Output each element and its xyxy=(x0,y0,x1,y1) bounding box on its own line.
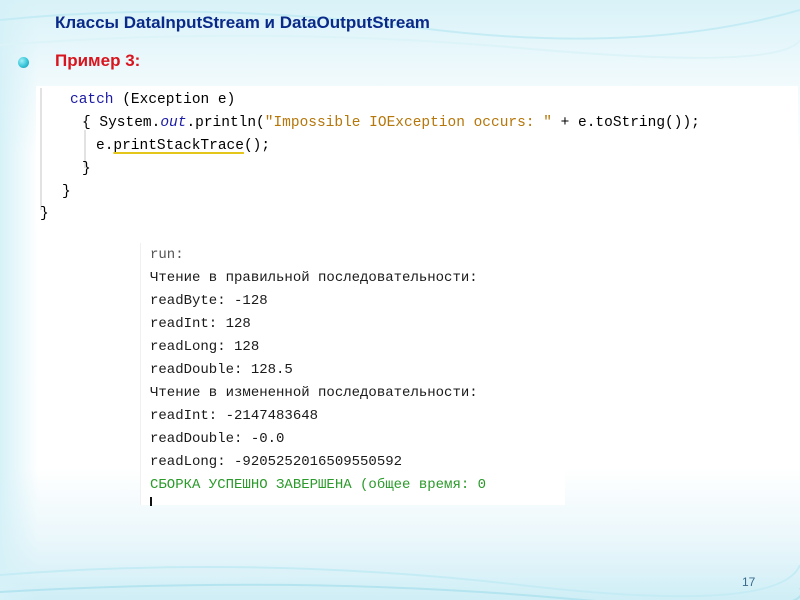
slide-left-band xyxy=(0,0,38,600)
console-line: readDouble: -0.0 xyxy=(150,431,285,447)
code-line-3: e.printStackTrace(); xyxy=(96,137,270,155)
console-line: readInt: 128 xyxy=(150,316,251,332)
slide-title: Классы DataInputStream и DataOutputStrea… xyxy=(55,13,430,32)
code-keyword: catch xyxy=(70,92,114,108)
console-output-panel: run: Чтение в правильной последовательно… xyxy=(140,243,565,506)
console-line: readLong: 128 xyxy=(150,339,260,355)
console-line: readDouble: 128.5 xyxy=(150,362,293,378)
code-text: { System. xyxy=(82,115,161,131)
slide-page-number: 17 xyxy=(742,575,756,589)
code-text: (Exception e) xyxy=(113,92,236,108)
code-line-4: } xyxy=(82,161,91,177)
console-line: run: xyxy=(150,247,184,263)
code-text: (); xyxy=(243,138,271,154)
console-line: Чтение в правильной последовательности: xyxy=(150,270,478,286)
code-method-highlight: printStackTrace xyxy=(113,138,244,154)
code-line-5: } xyxy=(62,184,71,200)
code-line-6: } xyxy=(40,206,49,222)
code-string: "Impossible IOException occurs: " xyxy=(264,115,552,131)
console-line: readInt: -2147483648 xyxy=(150,408,319,424)
slide-subtitle: Пример 3: xyxy=(55,51,141,70)
bullet-dot-icon xyxy=(18,57,29,68)
code-text: + e.toString()); xyxy=(551,115,700,131)
code-line-2: { System.out.println("Impossible IOExcep… xyxy=(82,114,700,132)
console-build-status: СБОРКА УСПЕШНО ЗАВЕРШЕНА (общее время: 0 xyxy=(150,477,487,493)
code-gutter-line xyxy=(40,88,42,210)
console-text-cursor[interactable] xyxy=(150,497,152,506)
console-line: readLong: -9205252016509550592 xyxy=(150,454,403,470)
code-text: e. xyxy=(96,138,114,154)
code-snippet-panel: catch (Exception e) { System.out.println… xyxy=(36,86,798,226)
console-line: readByte: -128 xyxy=(150,293,268,309)
console-line: Чтение в измененной последовательности: xyxy=(150,385,478,401)
code-text: .println( xyxy=(186,115,265,131)
code-field: out xyxy=(160,115,187,131)
code-line-1: catch (Exception e) xyxy=(70,91,235,109)
